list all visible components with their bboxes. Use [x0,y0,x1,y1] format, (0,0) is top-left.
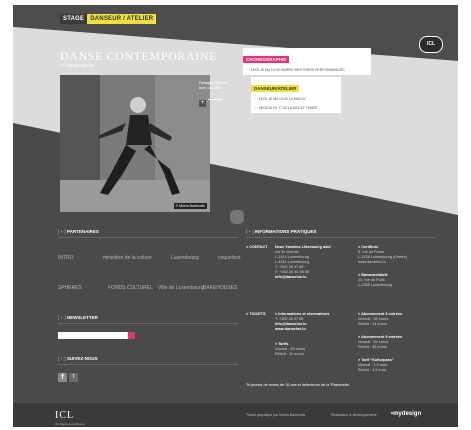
info-rule [246,237,436,238]
footer-logo-sub: ICL Danse Luxembourg [55,422,85,426]
certificat-block: > Certificat 3, rue du Fossé L-1536 Luxe… [358,245,407,265]
schedule-line-atelier-2[interactable]: ··· 18/03/16 Fri 17:30 LA MOLAY TANZE [251,104,341,113]
tickets-block: > Informations et réservations T: +352 2… [275,312,330,332]
share-line [208,99,222,101]
schedule-line-atelier-1[interactable]: ··· 13/03 16 Ma 15:00 LA MOLAY [251,95,341,104]
tickets-label: > TICKETS [246,312,266,316]
hero-section: STAGE DANSEUR / ATELIER DANSE CONTEMPORA… [13,5,458,215]
kulturpass-block: > Tarif "Kulturpass" Normal : 1,5 euro R… [358,358,394,372]
tab-stage[interactable]: STAGE [60,14,88,24]
footer-dev-credit[interactable]: Réalisation & développement [331,413,377,417]
icl-badge[interactable]: ICL [419,36,443,53]
schedule-head-atelier: DANSEUR/ATELIER [251,85,300,92]
nav-tabs: STAGE DANSEUR / ATELIER [60,14,157,24]
tickets-web-link[interactable]: www.danselux.lu [275,327,329,332]
page-subtitle: Mi-Tamas Kaolin [60,63,94,68]
follow-rule [58,364,238,365]
partner-logo-6[interactable]: FONDS CULTUREL [108,285,153,291]
info-title: [ + ] INFORMATIONS PRATIQUES [246,229,317,234]
dancer-image [60,75,210,212]
price-block: > Tarifs Normal : 15 euros Réduit : 10 e… [275,342,306,356]
partner-logo-3[interactable]: Luxembourg [171,255,199,261]
newsletter-submit-button[interactable] [128,332,135,339]
contact-email-link[interactable]: info@danselux.lu [275,275,331,280]
photo-credit: © Mireia Badenolis [173,203,207,209]
dancer-photo: © Mireia Badenolis [60,75,210,212]
contact-block: Neue Yasmine Lëtzebuerg asbl c/o 3e chem… [275,245,331,280]
schedule-box-choreo: CHOREOGRAPHIE ··· 13/03 16 Ma 14:00 MARR… [243,48,371,75]
twitter-icon[interactable]: t [69,373,78,382]
share-text: Partagez cet article avec vos amis [199,81,229,90]
schedule-head-choreo: CHOREOGRAPHIE [243,56,290,63]
scroll-divider-icon [228,208,246,226]
mydesign-logo[interactable]: •mydesign [391,411,421,417]
newsletter-email-input[interactable] [58,332,128,339]
subscription-3-block: > Abonnement 3 entrées Normal : 36 euros… [358,312,403,326]
partners-rule [58,237,238,238]
follow-title: [ + ] SUIVEZ-NOUS [58,356,98,361]
partner-logo-1[interactable]: INTRO [58,255,74,261]
facebook-icon[interactable]: f [58,373,67,382]
contact-label: > CONTACT [246,245,268,249]
page: STAGE DANSEUR / ATELIER DANSE CONTEMPORA… [13,5,458,427]
share-box: Partagez cet article avec vos amis + [199,81,229,109]
partner-logo-4[interactable]: coquelicot [218,255,241,261]
venue-block: > Banannefabrik 12, rue du Puits L-2355 … [358,273,392,287]
partner-logo-8[interactable]: BAKEHOUSES [203,285,237,291]
info-note: Tri jeunes de moins de 26 ans et détente… [246,383,351,387]
partner-logo-5[interactable]: SPHERES [58,285,82,291]
schedule-line-choreo[interactable]: ··· 13/03 16 Ma 14:00 MARRO BROTHERS PER… [243,66,371,75]
share-plus-button[interactable]: + [199,100,206,107]
tab-danseur-atelier[interactable]: DANSEUR / ATELIER [87,14,157,24]
icl-logo[interactable]: ICL [55,410,74,421]
partner-logo-7[interactable]: Ville de Luxembourg [158,285,204,291]
subscription-5-block: > Abonnement 5 entrées Normal : 55 euros… [358,335,403,349]
newsletter-rule [58,323,238,324]
partners-title: [ + ] PARTENAIRES [58,229,99,234]
footer-credit[interactable]: Thank graphique par Mireia Badenolis [246,413,305,417]
newsletter-title: [ + ] NEWSLETTER [58,315,98,320]
schedule-box-atelier: DANSEUR/ATELIER ··· 13/03 16 Ma 15:00 LA… [251,77,341,113]
footer-content [13,215,458,403]
partner-logo-2[interactable]: ministère de la culture [103,255,152,261]
certificat-link[interactable]: www.danselux.lu [358,260,407,265]
page-title: DANSE CONTEMPORAINE [60,49,218,63]
